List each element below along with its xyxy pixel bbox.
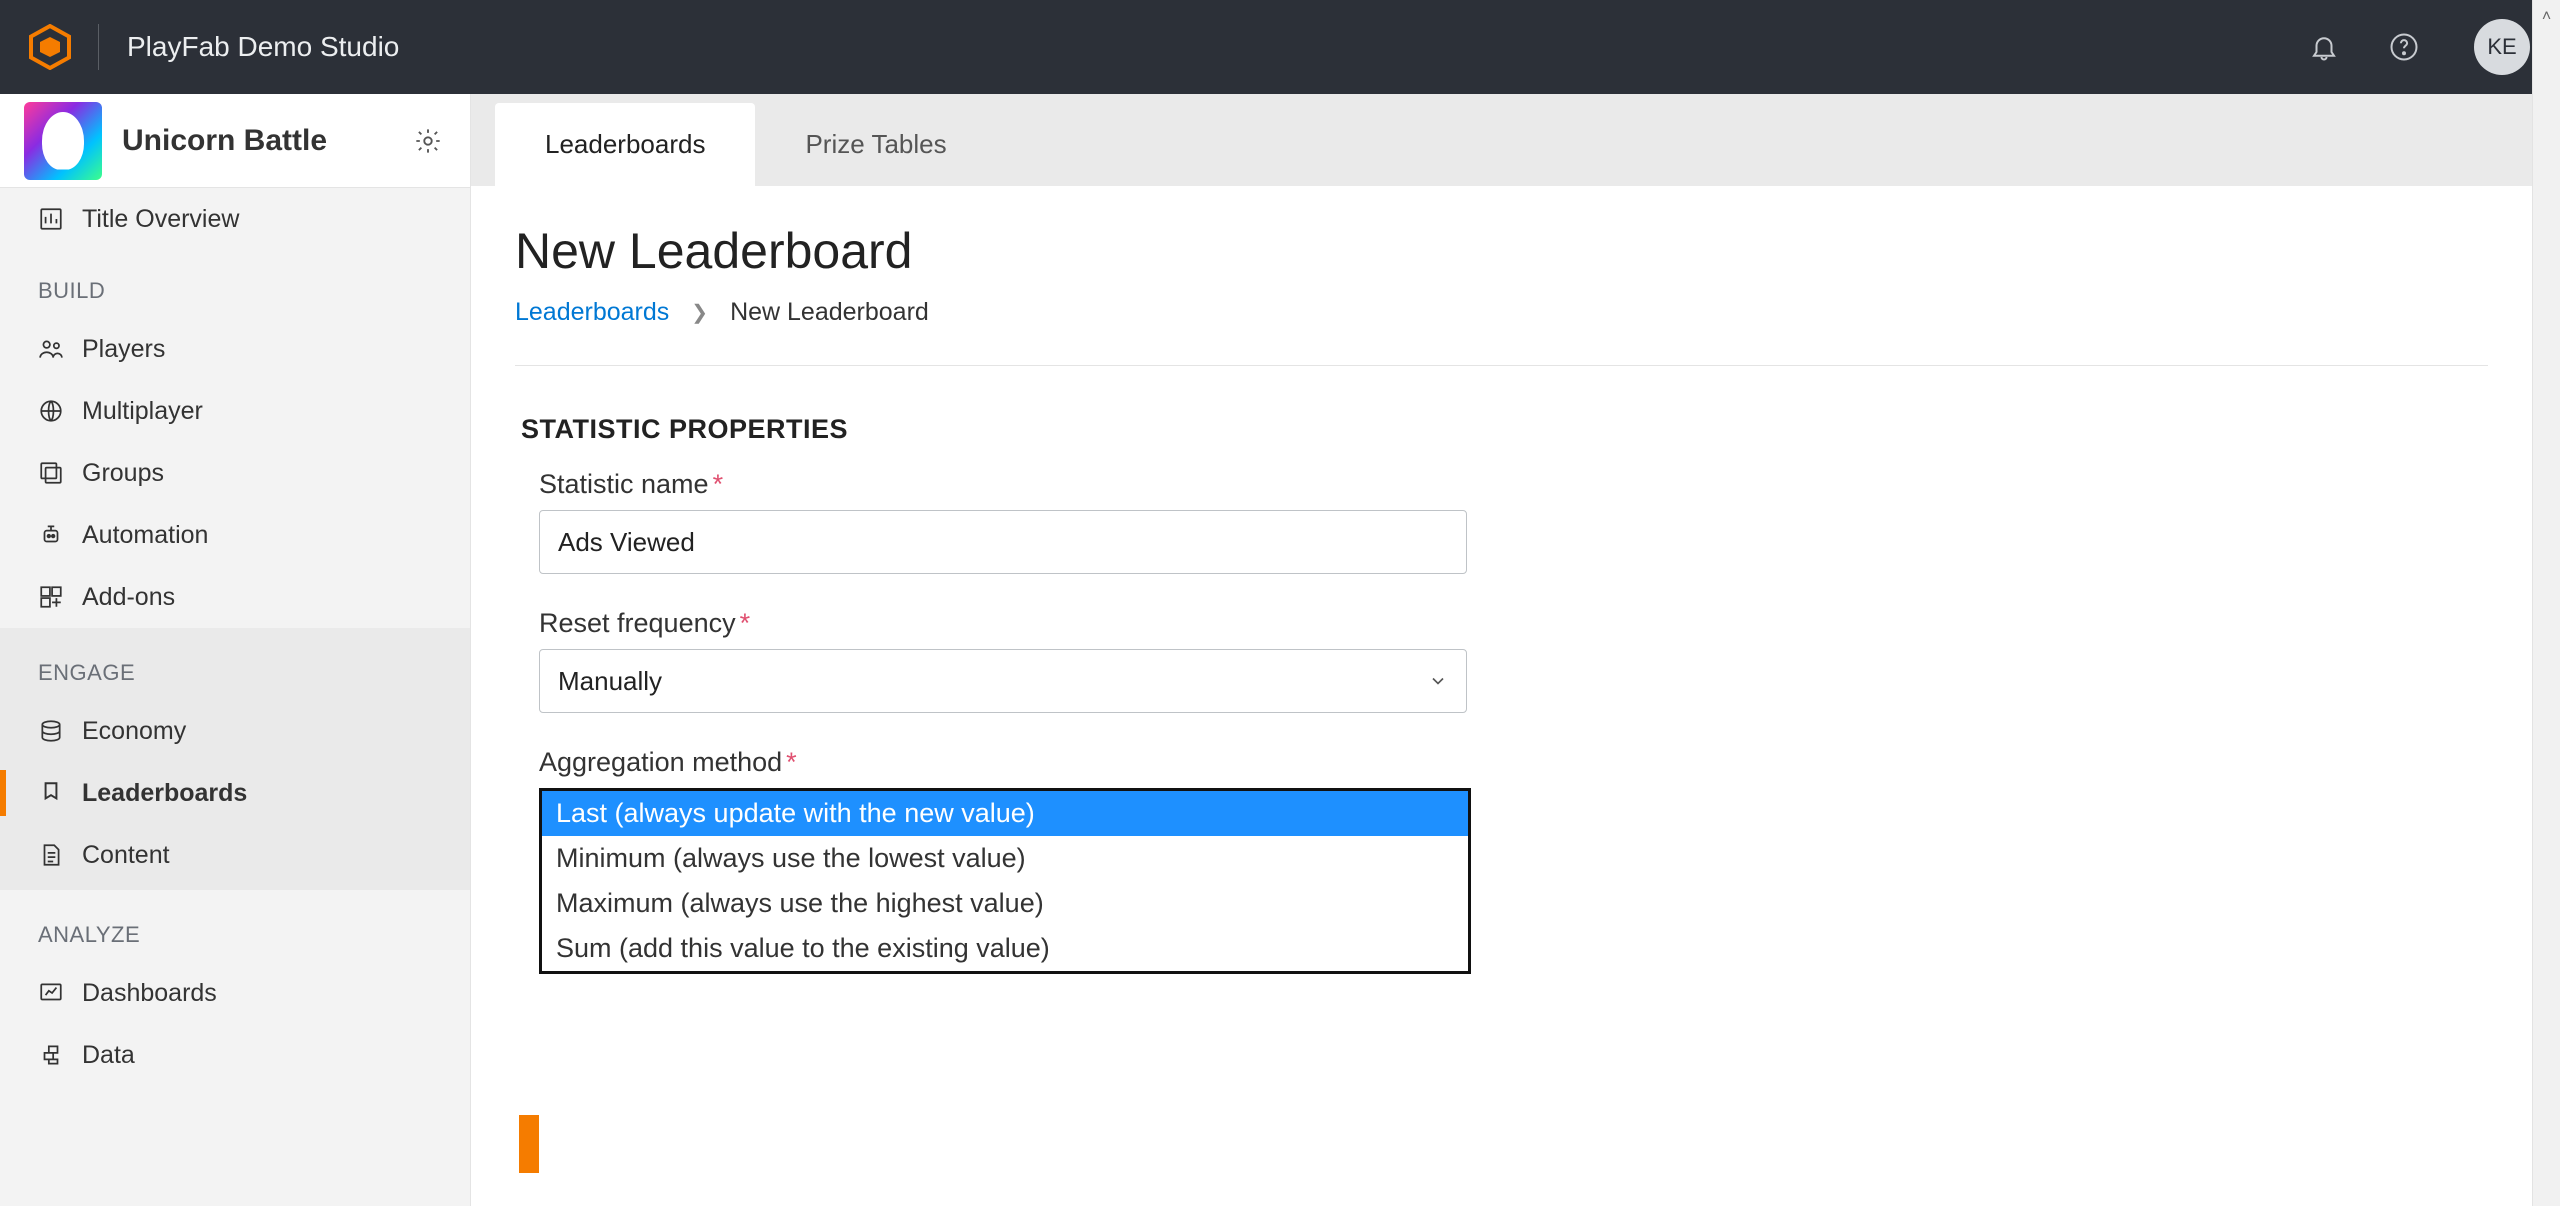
tab-prize-tables[interactable]: Prize Tables — [755, 103, 996, 186]
help-icon[interactable] — [2374, 17, 2434, 77]
section-build-label: BUILD — [0, 250, 470, 318]
agg-option-last[interactable]: Last (always update with the new value) — [542, 791, 1468, 836]
field-statistic-name: Statistic name* — [539, 469, 2488, 574]
sidebar-item-economy[interactable]: Economy — [0, 700, 470, 762]
stat-name-label: Statistic name* — [539, 469, 2488, 500]
agg-option-maximum[interactable]: Maximum (always use the highest value) — [542, 881, 1468, 926]
sidebar-item-label: Add-ons — [82, 583, 175, 612]
overview-icon — [38, 206, 82, 232]
sidebar-item-label: Title Overview — [82, 205, 239, 234]
groups-icon — [38, 460, 82, 486]
field-reset-frequency: Reset frequency* Manually — [539, 608, 2488, 713]
sidebar-item-addons[interactable]: Add-ons — [0, 566, 470, 628]
reset-frequency-select[interactable]: Manually — [539, 649, 1467, 713]
title-icon[interactable] — [24, 102, 102, 180]
data-icon — [38, 1042, 82, 1068]
notifications-icon[interactable] — [2294, 17, 2354, 77]
breadcrumb-root[interactable]: Leaderboards — [515, 298, 669, 327]
sidebar-item-label: Automation — [82, 521, 208, 550]
leaderboards-icon — [38, 780, 82, 806]
reset-label: Reset frequency* — [539, 608, 2488, 639]
tab-leaderboards[interactable]: Leaderboards — [495, 103, 755, 186]
economy-icon — [38, 718, 82, 744]
chevron-right-icon: ❯ — [691, 300, 708, 325]
breadcrumb-current: New Leaderboard — [730, 298, 929, 327]
agg-option-minimum[interactable]: Minimum (always use the lowest value) — [542, 836, 1468, 881]
sidebar-item-label: Leaderboards — [82, 779, 247, 808]
sidebar-item-label: Multiplayer — [82, 397, 203, 426]
field-aggregation-method: Aggregation method* — [539, 747, 2488, 778]
sidebar-item-leaderboards[interactable]: Leaderboards — [0, 762, 470, 824]
players-icon — [38, 336, 82, 362]
dashboards-icon — [38, 980, 82, 1006]
header-divider — [98, 24, 99, 70]
scroll-up-icon[interactable]: ˄ — [2542, 8, 2551, 26]
reset-value: Manually — [558, 666, 662, 697]
page-title: New Leaderboard — [515, 222, 2488, 280]
sidebar-item-label: Dashboards — [82, 979, 217, 1008]
sidebar-item-players[interactable]: Players — [0, 318, 470, 380]
section-engage-label: ENGAGE — [0, 632, 470, 700]
sidebar-item-multiplayer[interactable]: Multiplayer — [0, 380, 470, 442]
sidebar-item-label: Economy — [82, 717, 186, 746]
sidebar-item-label: Groups — [82, 459, 164, 488]
addons-icon — [38, 584, 82, 610]
section-analyze-label: ANALYZE — [0, 894, 470, 962]
automation-icon — [38, 522, 82, 548]
sidebar-item-automation[interactable]: Automation — [0, 504, 470, 566]
agg-label: Aggregation method* — [539, 747, 2488, 778]
title-header: Unicorn Battle — [0, 94, 470, 188]
chevron-down-icon — [1428, 671, 1448, 691]
stat-name-input[interactable] — [539, 510, 1467, 574]
main: Leaderboards Prize Tables New Leaderboar… — [471, 94, 2560, 1206]
agg-option-sum[interactable]: Sum (add this value to the existing valu… — [542, 926, 1468, 971]
title-name[interactable]: Unicorn Battle — [122, 124, 410, 158]
section-heading: STATISTIC PROPERTIES — [521, 414, 2488, 445]
sidebar-item-groups[interactable]: Groups — [0, 442, 470, 504]
sidebar: Unicorn Battle Title Overview BUILD Play… — [0, 94, 471, 1206]
button-sliver — [519, 1115, 539, 1173]
avatar[interactable]: KE — [2474, 19, 2530, 75]
content-icon — [38, 842, 82, 868]
content: New Leaderboard Leaderboards ❯ New Leade… — [471, 186, 2532, 1206]
sidebar-item-dashboards[interactable]: Dashboards — [0, 962, 470, 1024]
gear-icon[interactable] — [410, 123, 446, 159]
studio-name[interactable]: PlayFab Demo Studio — [127, 31, 399, 63]
sidebar-item-content[interactable]: Content — [0, 824, 470, 886]
sidebar-item-label: Players — [82, 335, 165, 364]
aggregation-method-dropdown[interactable]: Last (always update with the new value) … — [539, 788, 1471, 974]
multiplayer-icon — [38, 398, 82, 424]
sidebar-item-data[interactable]: Data — [0, 1024, 470, 1086]
sidebar-item-label: Data — [82, 1041, 135, 1070]
breadcrumb: Leaderboards ❯ New Leaderboard — [515, 298, 2488, 366]
sidebar-item-label: Content — [82, 841, 170, 870]
sidebar-item-title-overview[interactable]: Title Overview — [0, 188, 470, 250]
top-header: PlayFab Demo Studio KE — [0, 0, 2560, 94]
scrollbar[interactable]: ˄ — [2532, 0, 2560, 1206]
tabbar: Leaderboards Prize Tables — [471, 94, 2532, 186]
playfab-logo-icon[interactable] — [24, 21, 76, 73]
nav: Title Overview BUILD Players Multiplayer… — [0, 188, 470, 1206]
